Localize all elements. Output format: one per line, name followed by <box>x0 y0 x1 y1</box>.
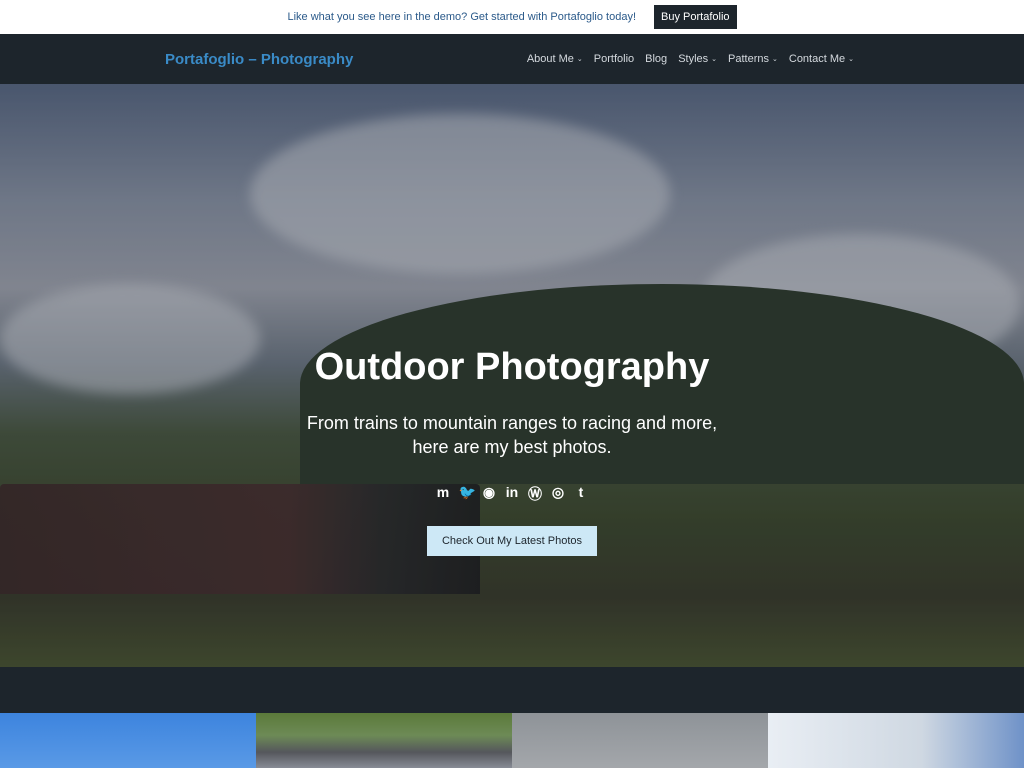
nav-label: Contact Me <box>788 53 846 65</box>
site-header: Portafoglio – Photography About Me ⌄ Port… <box>0 34 1024 84</box>
nav-contact-me[interactable]: Contact Me ⌄ <box>789 53 854 65</box>
wordpress-icon[interactable]: Ⓦ <box>528 484 543 504</box>
nav-label: About Me <box>526 53 574 65</box>
nav-about-me[interactable]: About Me ⌄ <box>527 53 583 65</box>
instagram-icon[interactable]: ◎ <box>551 484 566 504</box>
tumblr-icon[interactable]: t <box>574 484 589 504</box>
photo-gallery <box>0 713 1024 768</box>
gallery-photo[interactable] <box>768 713 1024 768</box>
nav-label: Blog <box>645 53 668 65</box>
chevron-down-icon: ⌄ <box>772 56 778 63</box>
mastodon-icon[interactable]: m <box>436 484 451 504</box>
promo-banner: Like what you see here in the demo? Get … <box>0 0 1024 34</box>
chevron-down-icon: ⌄ <box>848 56 854 63</box>
gallery-photo[interactable] <box>512 713 768 768</box>
social-links: m 🐦 ◉ in Ⓦ ◎ t <box>0 484 1024 504</box>
dark-band <box>0 667 1024 713</box>
latest-photos-button[interactable]: Check Out My Latest Photos <box>426 525 597 556</box>
main-nav: About Me ⌄ Portfolio Blog Styles ⌄ Pattern… <box>527 53 854 65</box>
hero-content: Outdoor Photography From trains to mount… <box>0 346 1024 556</box>
gallery-photo[interactable] <box>256 713 512 768</box>
gallery-photo[interactable] <box>0 713 256 768</box>
site-title[interactable]: Portafoglio – Photography <box>165 51 353 68</box>
chevron-down-icon: ⌄ <box>711 56 718 63</box>
nav-label: Styles <box>678 53 709 65</box>
promo-text: Like what you see here in the demo? Get … <box>287 11 637 23</box>
twitter-icon[interactable]: 🐦 <box>459 484 476 504</box>
chevron-down-icon: ⌄ <box>576 56 583 63</box>
nav-portfolio[interactable]: Portfolio <box>594 53 634 65</box>
nav-label: Portfolio <box>593 53 635 65</box>
hero-title: Outdoor Photography <box>314 346 710 388</box>
buy-portafolio-button[interactable]: Buy Portafolio <box>654 5 737 29</box>
hero-section: Outdoor Photography From trains to mount… <box>0 84 1024 667</box>
nav-label: Patterns <box>728 53 769 65</box>
nav-patterns[interactable]: Patterns ⌄ <box>728 53 778 65</box>
github-icon[interactable]: ◉ <box>482 484 497 504</box>
nav-blog[interactable]: Blog <box>645 53 667 65</box>
linkedin-icon[interactable]: in <box>505 484 520 504</box>
nav-styles[interactable]: Styles ⌄ <box>678 53 717 65</box>
hero-subtitle: From trains to mountain ranges to racing… <box>306 413 718 458</box>
